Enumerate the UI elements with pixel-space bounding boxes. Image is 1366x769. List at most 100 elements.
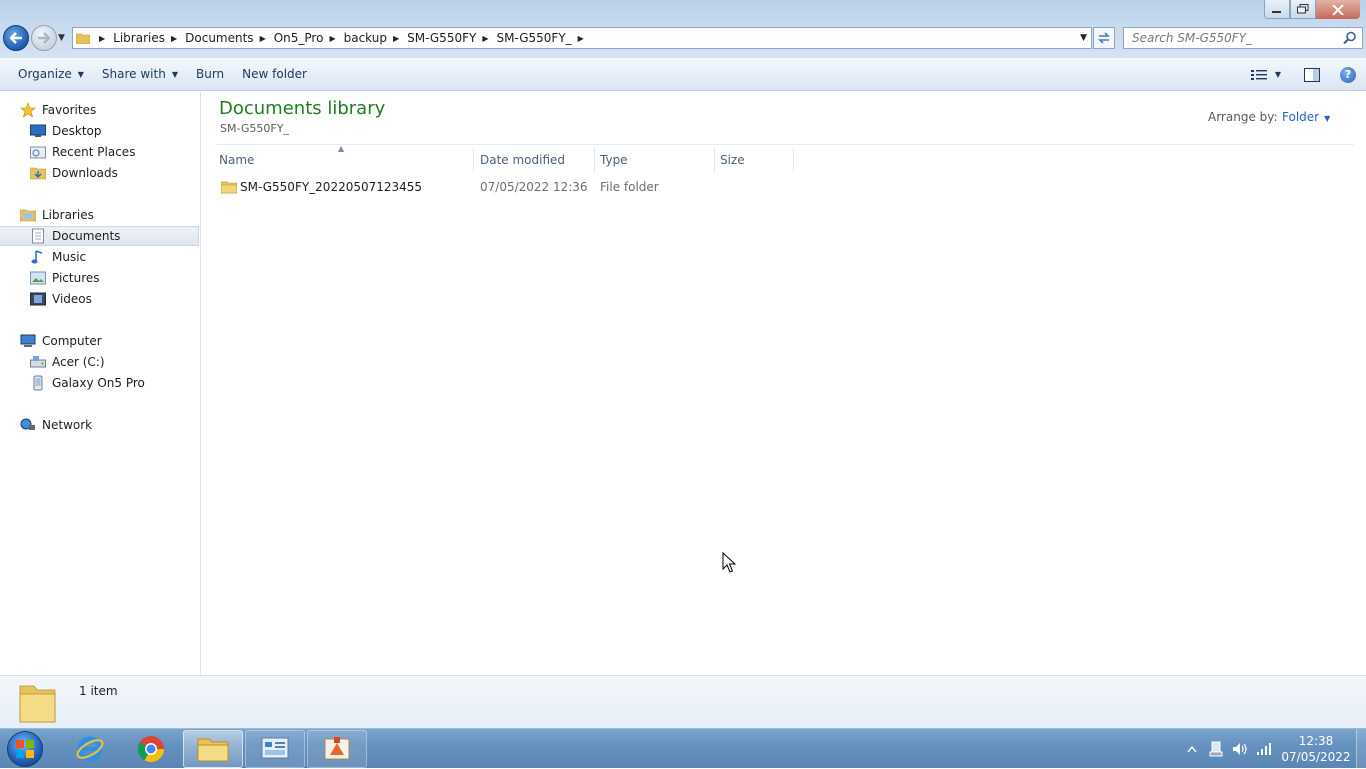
arrange-by-label: Arrange by:	[1208, 110, 1278, 124]
crumb-backup[interactable]: backup	[344, 31, 387, 45]
refresh-button[interactable]	[1093, 27, 1115, 49]
restore-icon	[1297, 4, 1309, 14]
maximize-button[interactable]	[1290, 0, 1316, 19]
nav-libraries[interactable]: Libraries	[20, 205, 198, 225]
nav-desktop[interactable]: Desktop	[30, 121, 198, 141]
network-signal-icon[interactable]	[1252, 742, 1276, 756]
caret-down-icon: ▼	[171, 69, 178, 79]
preview-pane-icon	[1304, 67, 1320, 82]
recent-places-icon	[30, 144, 46, 160]
search-input[interactable]	[1124, 28, 1334, 48]
address-dropdown[interactable]: ▼	[1080, 33, 1087, 43]
start-button[interactable]	[3, 730, 47, 768]
arrow-left-icon	[9, 32, 22, 44]
system-tray: 12:38 07/05/2022	[1180, 729, 1356, 769]
command-bar-right: ▼ ?	[1244, 58, 1366, 91]
volume-icon[interactable]	[1228, 742, 1252, 756]
taskbar-control-panel[interactable]	[245, 730, 305, 768]
nav-network[interactable]: Network	[20, 415, 198, 435]
chrome-icon	[137, 736, 164, 762]
safely-remove-icon[interactable]	[1204, 741, 1228, 757]
change-view-button[interactable]: ▼	[1244, 63, 1288, 87]
help-button[interactable]: ?	[1330, 63, 1366, 87]
taskbar-internet-explorer[interactable]	[60, 730, 120, 768]
crumb-sm-g550fy[interactable]: SM-G550FY	[407, 31, 476, 45]
control-panel-icon	[261, 737, 289, 759]
nav-downloads-label: Downloads	[52, 166, 118, 180]
network-icon	[20, 417, 36, 433]
title-address-area: ▼ ▶ Libraries ▶ Documents ▶ On5_Pro ▶ ba…	[0, 0, 1366, 58]
organize-button[interactable]: Organize ▼	[9, 62, 93, 86]
library-title: Documents library	[219, 98, 386, 119]
taskbar-explorer[interactable]	[183, 730, 243, 768]
taskbar-chrome[interactable]	[121, 730, 181, 768]
navigation-pane: Favorites Desktop Recent Places Download…	[0, 92, 201, 675]
nav-desktop-label: Desktop	[52, 124, 102, 138]
mouse-cursor-icon	[722, 552, 736, 573]
column-date-label: Date modified	[480, 153, 566, 167]
nav-pictures[interactable]: Pictures	[30, 268, 198, 288]
chevron-right-icon[interactable]: ▶	[323, 34, 343, 43]
videos-icon	[30, 291, 46, 307]
nav-videos[interactable]: Videos	[30, 289, 198, 309]
pictures-icon	[30, 270, 46, 286]
taskbar-clock[interactable]: 12:38 07/05/2022	[1276, 733, 1356, 765]
organize-label: Organize	[18, 67, 72, 81]
nav-music[interactable]: Music	[30, 247, 198, 267]
column-header-size[interactable]: Size	[715, 148, 794, 172]
desktop-icon	[30, 123, 46, 139]
caret-down-icon: ▼	[1324, 114, 1331, 123]
address-bar[interactable]: ▶ Libraries ▶ Documents ▶ On5_Pro ▶ back…	[72, 27, 1092, 49]
arrange-by-value: Folder	[1282, 110, 1320, 124]
nav-network-label: Network	[42, 418, 93, 432]
item-count: 1 item	[79, 684, 118, 698]
documents-icon	[30, 228, 46, 244]
nav-computer[interactable]: Computer	[20, 331, 198, 351]
show-hidden-icons-button[interactable]	[1180, 745, 1204, 753]
crumb-sm-g550fy-underscore[interactable]: SM-G550FY_	[496, 31, 571, 45]
taskbar-app[interactable]	[307, 730, 367, 768]
crumb-libraries[interactable]: Libraries	[113, 31, 165, 45]
column-header-date[interactable]: Date modified	[475, 148, 595, 172]
back-button[interactable]	[3, 25, 29, 51]
refresh-icon	[1098, 32, 1110, 44]
column-header-name[interactable]: Name	[214, 148, 474, 172]
nav-documents[interactable]: Documents	[0, 226, 199, 246]
file-row[interactable]: SM-G550FY_20220507123455 07/05/2022 12:3…	[216, 176, 796, 198]
chevron-right-icon[interactable]: ▶	[254, 34, 274, 43]
burn-button[interactable]: Burn	[187, 62, 233, 86]
nav-computer-label: Computer	[42, 334, 102, 348]
nav-acer-c-label: Acer (C:)	[52, 355, 105, 369]
nav-documents-label: Documents	[52, 229, 121, 243]
forward-button[interactable]	[31, 25, 57, 51]
close-button[interactable]	[1316, 0, 1360, 19]
recent-pages-dropdown[interactable]: ▼	[58, 33, 65, 43]
crumb-documents[interactable]: Documents	[185, 31, 253, 45]
new-folder-button[interactable]: New folder	[233, 62, 316, 86]
search-box[interactable]	[1123, 27, 1363, 49]
chevron-right-icon[interactable]: ▶	[476, 34, 496, 43]
search-icon[interactable]	[1343, 31, 1357, 48]
show-desktop-button[interactable]	[1356, 729, 1366, 769]
nav-favorites[interactable]: Favorites	[20, 100, 198, 120]
column-name-label: Name	[219, 153, 255, 167]
column-header-type[interactable]: Type	[595, 148, 715, 172]
preview-pane-button[interactable]	[1294, 63, 1330, 87]
chevron-right-icon[interactable]: ▶	[165, 34, 185, 43]
file-name: SM-G550FY_20220507123455	[240, 180, 423, 194]
content-pane: Documents library SM-G550FY_ Arrange by:…	[201, 92, 1366, 675]
nav-recent-places[interactable]: Recent Places	[30, 142, 198, 162]
minimize-button[interactable]	[1264, 0, 1290, 19]
chevron-right-icon[interactable]: ▶	[572, 34, 592, 43]
chevron-right-icon[interactable]: ▶	[93, 34, 113, 43]
nav-downloads[interactable]: Downloads	[30, 163, 198, 183]
file-date: 07/05/2022 12:36	[480, 180, 588, 194]
nav-acer-c[interactable]: Acer (C:)	[30, 352, 198, 372]
arrange-by-dropdown[interactable]: Folder ▼	[1282, 110, 1330, 124]
share-with-button[interactable]: Share with ▼	[93, 62, 187, 86]
chevron-right-icon[interactable]: ▶	[387, 34, 407, 43]
crumb-on5-pro[interactable]: On5_Pro	[274, 31, 324, 45]
nav-music-label: Music	[52, 250, 87, 264]
nav-galaxy-on5-pro[interactable]: Galaxy On5 Pro	[30, 373, 198, 393]
details-pane: 1 item	[0, 675, 1366, 728]
